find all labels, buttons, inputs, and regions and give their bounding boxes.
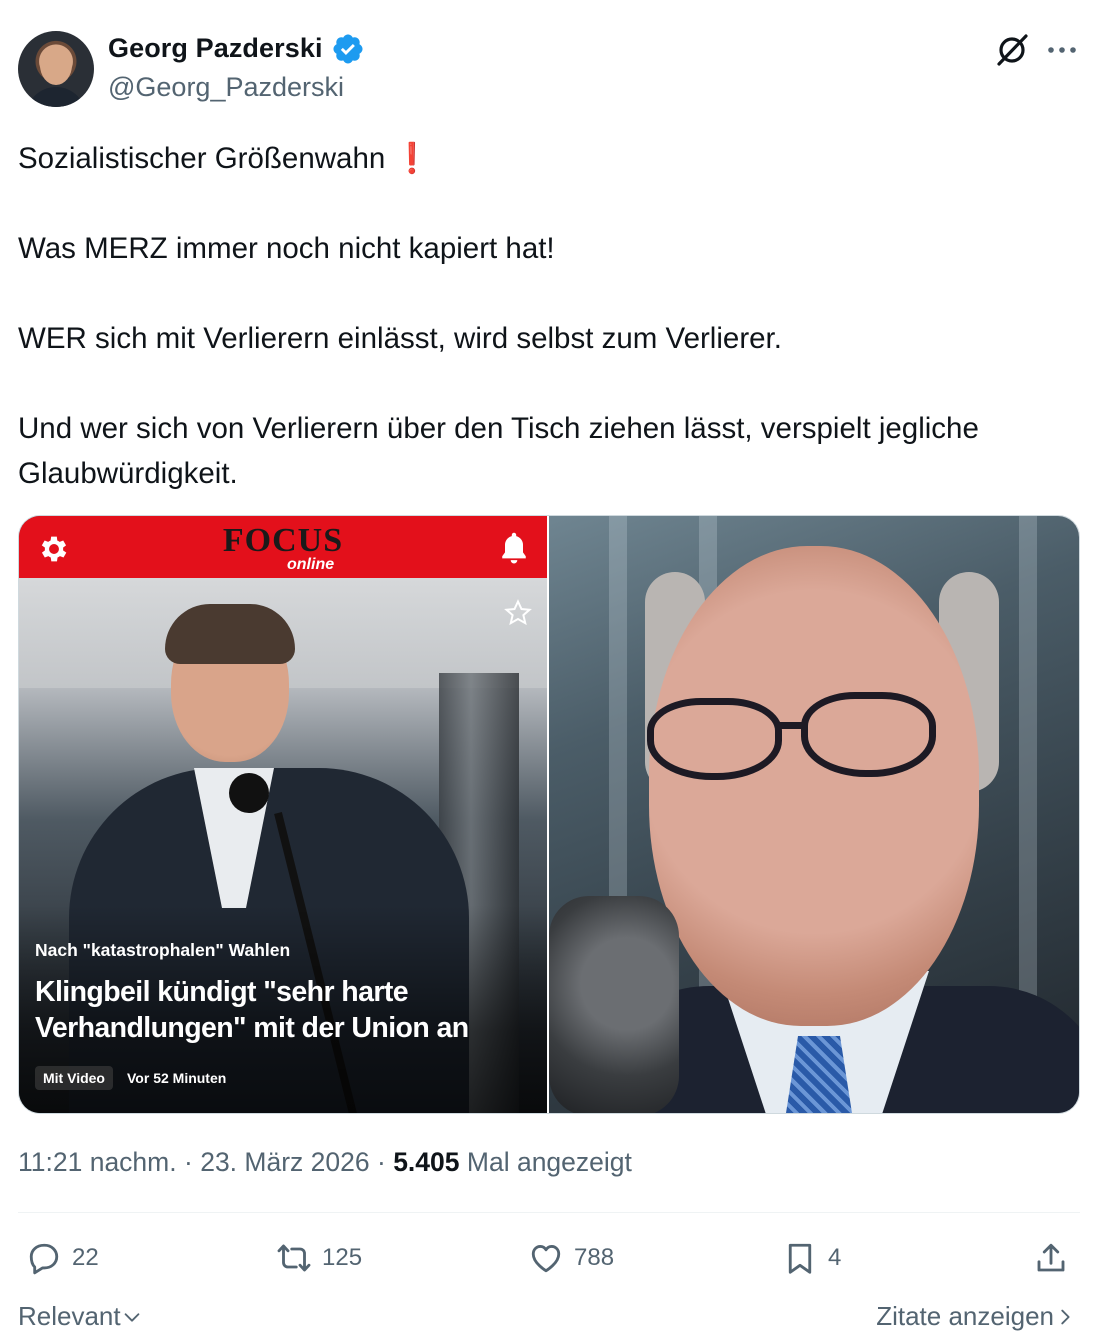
avatar-shirt (26, 87, 86, 107)
media-grid[interactable]: FOCUS online Nach "katastrophalen" Wahle… (18, 515, 1080, 1114)
focus-logo: FOCUS (222, 522, 344, 559)
share-button[interactable] (1033, 1238, 1069, 1278)
author-name[interactable]: Georg Pazderski (108, 33, 323, 64)
tweet-text: Sozialistischer Größenwahn ❗ Was MERZ im… (18, 136, 1086, 496)
tweet-line-2: Was MERZ immer noch nicht kapiert hat! (18, 232, 555, 265)
tweet-line-1-text: Sozialistischer Größenwahn (18, 142, 386, 175)
tweet-line-1: Sozialistischer Größenwahn ❗ (18, 136, 1086, 181)
glasses-left (647, 698, 782, 780)
tweet-time[interactable]: 11:21 nachm. (18, 1147, 177, 1177)
bookmark-count: 4 (828, 1244, 842, 1271)
grok-icon[interactable] (993, 31, 1031, 69)
retweet-icon (277, 1244, 311, 1272)
author-handle[interactable]: @Georg_Pazderski (108, 72, 344, 103)
bell-icon (502, 532, 526, 564)
focus-header-bar: FOCUS online (19, 516, 547, 578)
retweet-count: 125 (322, 1244, 363, 1271)
bookmark-icon (788, 1243, 812, 1274)
like-button[interactable]: 788 (528, 1238, 614, 1278)
tweet-meta: 11:21 nachm. · 23. März 2026 · 5.405 Mal… (18, 1147, 632, 1177)
sort-dropdown[interactable]: Relevant (18, 1301, 143, 1332)
share-icon (1037, 1243, 1065, 1272)
views-label: Mal angezeigt (466, 1147, 632, 1177)
chevron-right-icon (1061, 1309, 1070, 1324)
like-count: 788 (574, 1244, 615, 1271)
merz-head (649, 546, 979, 1026)
reply-icon (29, 1243, 59, 1275)
avatar[interactable] (18, 31, 94, 107)
like-icon (531, 1245, 561, 1273)
more-icon[interactable] (1045, 36, 1079, 64)
exclamation-emoji: ❗ (393, 142, 431, 175)
focus-logo-sub: online (287, 556, 335, 573)
star-icon (504, 599, 532, 626)
tweet-date[interactable]: 23. März 2026 (200, 1147, 369, 1177)
time-pill: Vor 52 Minuten (127, 1070, 227, 1086)
reply-button[interactable]: 22 (26, 1238, 99, 1278)
retweet-button[interactable]: 125 (276, 1238, 362, 1278)
quotes-link[interactable]: Zitate anzeigen (876, 1301, 1076, 1332)
video-pill: Mit Video (35, 1066, 113, 1090)
microphone (549, 896, 679, 1113)
glasses-right (801, 692, 936, 777)
views-count: 5.405 (393, 1147, 460, 1177)
tweet-line-3: WER sich mit Verlierern einlässt, wird s… (18, 322, 782, 355)
media-image-focus[interactable]: FOCUS online Nach "katastrophalen" Wahle… (19, 516, 547, 1113)
verified-badge-icon[interactable] (331, 32, 365, 66)
bookmark-button[interactable]: 4 (782, 1238, 841, 1278)
avatar-face (40, 45, 72, 85)
article-headline: Klingbeil kündigt "sehr harte Verhandlun… (35, 976, 469, 1044)
media-image-merz[interactable] (549, 516, 1079, 1113)
reply-count: 22 (72, 1244, 99, 1271)
sort-label: Relevant (18, 1301, 121, 1331)
article-kicker: Nach "katastrophalen" Wahlen (35, 940, 291, 960)
tweet-line-4: Und wer sich von Verlierern über den Tis… (18, 412, 988, 490)
divider (18, 1212, 1080, 1213)
quotes-label: Zitate anzeigen (876, 1301, 1054, 1331)
chevron-down-icon (124, 1312, 139, 1322)
